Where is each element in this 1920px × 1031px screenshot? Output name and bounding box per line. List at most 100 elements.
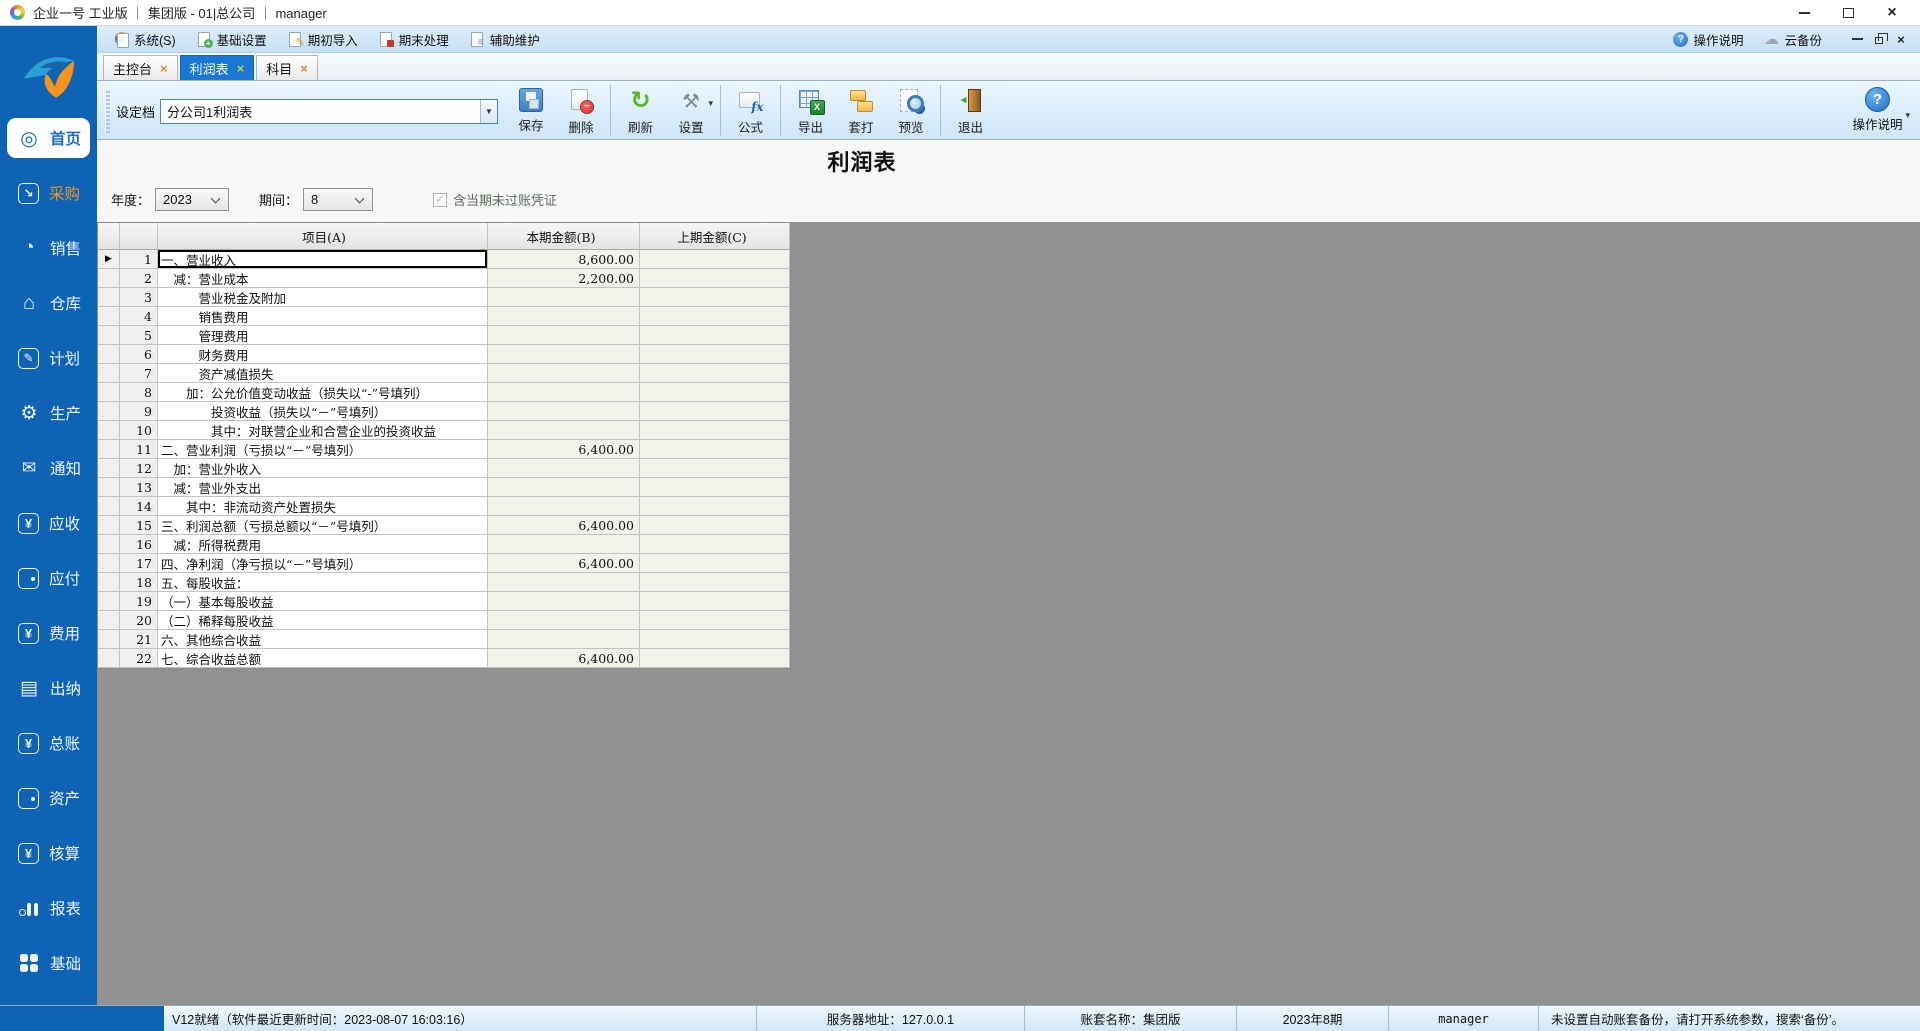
table-row[interactable]: 22 七、综合收益总额 6,400.00 <box>98 649 790 668</box>
prior-amount-cell[interactable] <box>640 535 790 554</box>
current-amount-cell[interactable]: 2,200.00 <box>488 269 640 288</box>
item-cell[interactable]: 其中：对联营企业和合营企业的投资收益 <box>158 421 488 440</box>
row-selector-cell[interactable] <box>98 269 120 288</box>
current-amount-cell[interactable] <box>488 383 640 402</box>
current-amount-cell[interactable]: 6,400.00 <box>488 554 640 573</box>
item-cell[interactable]: 财务费用 <box>158 345 488 364</box>
mdi-close-button[interactable]: × <box>1890 30 1912 48</box>
table-row[interactable]: 6 财务费用 <box>98 345 790 364</box>
item-cell[interactable]: 一、营业收入 <box>158 250 488 269</box>
row-number-cell[interactable]: 3 <box>120 288 158 307</box>
tab-close-icon[interactable] <box>160 61 168 76</box>
table-row[interactable]: 10 其中：对联营企业和合营企业的投资收益 <box>98 421 790 440</box>
row-number-cell[interactable]: 6 <box>120 345 158 364</box>
current-amount-cell[interactable] <box>488 307 640 326</box>
sidebar-item[interactable]: 报表 <box>7 888 90 928</box>
combo-dropdown-icon[interactable]: ▼ <box>480 100 497 123</box>
sidebar-item[interactable]: 首页 <box>7 118 90 158</box>
row-selector-cell[interactable] <box>98 383 120 402</box>
current-amount-cell[interactable] <box>488 402 640 421</box>
prior-amount-cell[interactable] <box>640 459 790 478</box>
table-row[interactable]: 18 五、每股收益： <box>98 573 790 592</box>
current-amount-cell[interactable] <box>488 611 640 630</box>
row-number-cell[interactable]: 18 <box>120 573 158 592</box>
period-select[interactable]: 8 <box>303 188 373 211</box>
row-number-cell[interactable]: 21 <box>120 630 158 649</box>
sidebar-item[interactable]: 通知 <box>7 448 90 488</box>
item-cell[interactable]: 减：营业成本 <box>158 269 488 288</box>
row-number-cell[interactable]: 15 <box>120 516 158 535</box>
toolbar-grip-handle[interactable] <box>105 91 110 133</box>
table-row[interactable]: 8 加：公允价值变动收益（损失以“-”号填列） <box>98 383 790 402</box>
menu-item[interactable]: 辅助维护 <box>459 26 550 52</box>
table-row[interactable]: 16 减：所得税费用 <box>98 535 790 554</box>
row-selector-cell[interactable] <box>98 649 120 668</box>
item-cell[interactable]: （一）基本每股收益 <box>158 592 488 611</box>
current-amount-cell[interactable] <box>488 630 640 649</box>
toolbar-button[interactable]: 设置 <box>666 85 716 136</box>
column-header-item[interactable]: 项目(A) <box>158 223 488 250</box>
mdi-minimize-button[interactable] <box>1846 30 1868 48</box>
table-row[interactable]: 9 投资收益（损失以“－”号填列） <box>98 402 790 421</box>
current-amount-cell[interactable] <box>488 421 640 440</box>
table-row[interactable]: 15 三、利润总额（亏损总额以“－”号填列） 6,400.00 <box>98 516 790 535</box>
sidebar-item[interactable]: 应收 <box>7 503 90 543</box>
maximize-button[interactable] <box>1826 1 1870 25</box>
row-number-cell[interactable]: 11 <box>120 440 158 459</box>
toolbar-button[interactable]: 套打 <box>836 85 886 136</box>
sidebar-item[interactable]: 仓库 <box>7 283 90 323</box>
row-number-cell[interactable]: 5 <box>120 326 158 345</box>
tab-close-icon[interactable] <box>237 61 245 76</box>
current-amount-cell[interactable]: 6,400.00 <box>488 516 640 535</box>
sidebar-item[interactable]: 生产 <box>7 393 90 433</box>
row-number-cell[interactable]: 4 <box>120 307 158 326</box>
row-selector-cell[interactable] <box>98 554 120 573</box>
row-number-cell[interactable]: 10 <box>120 421 158 440</box>
toolbar-button[interactable]: 刷新 <box>610 85 666 136</box>
help-menu-button[interactable]: 操作说明 <box>1663 30 1753 49</box>
prior-amount-cell[interactable] <box>640 383 790 402</box>
row-selector-cell[interactable] <box>98 497 120 516</box>
table-row[interactable]: 17 四、净利润（净亏损以“－”号填列） 6,400.00 <box>98 554 790 573</box>
item-cell[interactable]: 七、综合收益总额 <box>158 649 488 668</box>
prior-amount-cell[interactable] <box>640 421 790 440</box>
column-header-current[interactable]: 本期金额(B) <box>488 223 640 250</box>
row-selector-cell[interactable] <box>98 288 120 307</box>
row-number-cell[interactable]: 20 <box>120 611 158 630</box>
menu-item[interactable]: 期初导入 <box>277 26 368 52</box>
current-amount-cell[interactable] <box>488 573 640 592</box>
minimize-button[interactable] <box>1782 1 1826 25</box>
table-row[interactable]: 2 减：营业成本 2,200.00 <box>98 269 790 288</box>
row-selector-cell[interactable] <box>98 402 120 421</box>
row-selector-cell[interactable] <box>98 573 120 592</box>
toolbar-button[interactable]: 保存 <box>506 85 556 134</box>
table-row[interactable]: 3 营业税金及附加 <box>98 288 790 307</box>
current-amount-cell[interactable] <box>488 364 640 383</box>
toolbar-button[interactable]: 删除 <box>556 85 606 136</box>
table-row[interactable]: 4 销售费用 <box>98 307 790 326</box>
row-selector-cell[interactable] <box>98 307 120 326</box>
item-cell[interactable]: （二）稀释每股收益 <box>158 611 488 630</box>
table-row[interactable]: 13 减：营业外支出 <box>98 478 790 497</box>
column-header-prior[interactable]: 上期金额(C) <box>640 223 790 250</box>
row-number-cell[interactable]: 22 <box>120 649 158 668</box>
prior-amount-cell[interactable] <box>640 326 790 345</box>
document-tab[interactable]: 主控台 <box>103 55 178 80</box>
sidebar-item[interactable]: 销售 <box>7 228 90 268</box>
row-number-cell[interactable]: 9 <box>120 402 158 421</box>
current-amount-cell[interactable] <box>488 592 640 611</box>
prior-amount-cell[interactable] <box>640 307 790 326</box>
include-unposted-checkbox[interactable]: 含当期未过账凭证 <box>433 190 557 209</box>
item-cell[interactable]: 资产减值损失 <box>158 364 488 383</box>
prior-amount-cell[interactable] <box>640 630 790 649</box>
item-cell[interactable]: 减：所得税费用 <box>158 535 488 554</box>
prior-amount-cell[interactable] <box>640 364 790 383</box>
table-row[interactable]: 19 （一）基本每股收益 <box>98 592 790 611</box>
row-number-cell[interactable]: 12 <box>120 459 158 478</box>
toolbar-button[interactable]: 预览 <box>886 85 936 136</box>
sidebar-item[interactable]: 计划 <box>7 338 90 378</box>
prior-amount-cell[interactable] <box>640 649 790 668</box>
sidebar-item[interactable]: 费用 <box>7 613 90 653</box>
toolbar-button[interactable]: 退出 <box>940 85 996 136</box>
prior-amount-cell[interactable] <box>640 573 790 592</box>
